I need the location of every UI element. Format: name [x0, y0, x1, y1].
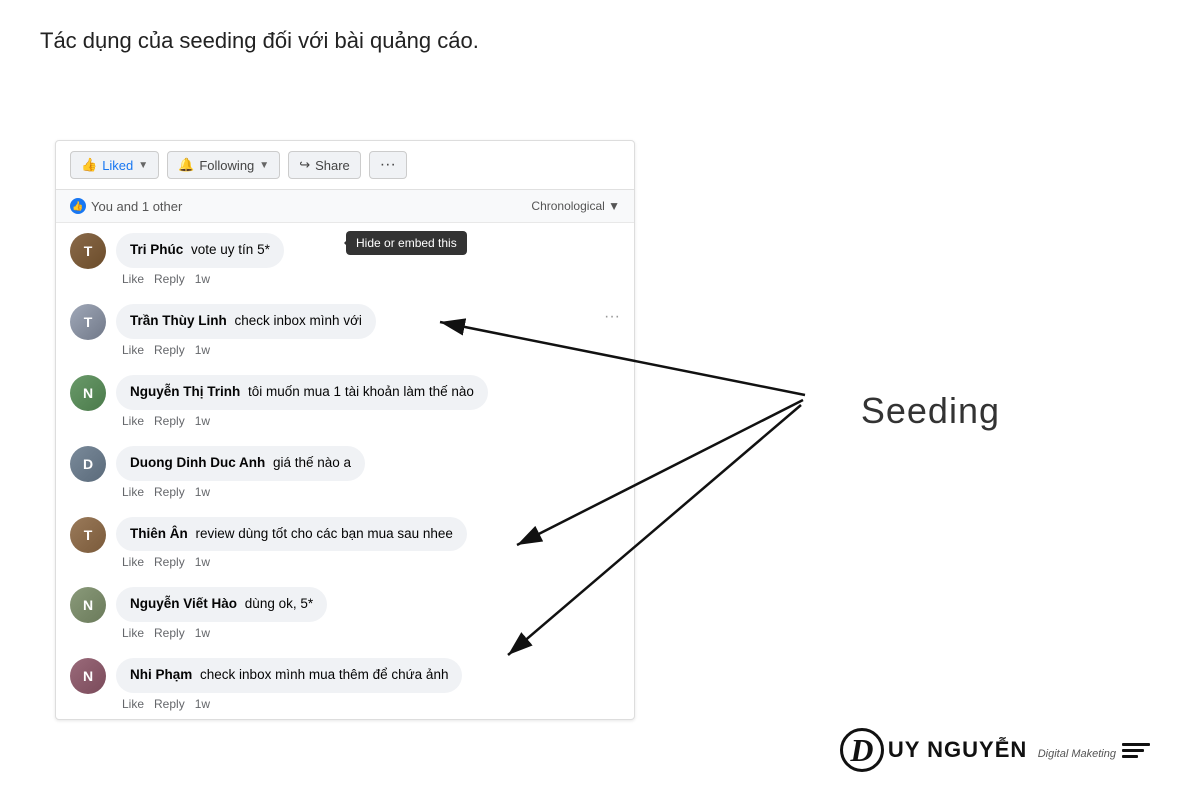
brand-decoration [1122, 743, 1150, 758]
timestamp: 1w [195, 626, 210, 640]
avatar: D [70, 446, 106, 482]
like-action[interactable]: Like [122, 697, 144, 711]
following-icon: 🔔 [178, 157, 194, 173]
comment-item: N Nhi Phạm check inbox mình mua thêm để … [56, 648, 634, 719]
brand-logo-d: D [840, 728, 884, 772]
comment-meta: Like Reply 1w [116, 341, 620, 359]
seeding-label: Seeding [861, 390, 1000, 432]
like-action[interactable]: Like [122, 485, 144, 499]
comment-text: vote uy tín 5* [191, 242, 270, 257]
comment-content: Nguyễn Viết Hào dùng ok, 5* Like Reply 1… [116, 587, 620, 642]
comment-text: review dùng tốt cho các bạn mua sau nhee [196, 526, 453, 541]
comments-list: T Tri Phúc vote uy tín 5* Like Reply 1w … [56, 223, 634, 719]
comment-more-button[interactable]: ··· [604, 308, 620, 326]
reply-action[interactable]: Reply [154, 414, 185, 428]
brand-name-text: UY NGUYỄN Digital Maketing [888, 737, 1116, 763]
page-title: Tác dụng của seeding đối với bài quảng c… [40, 28, 479, 54]
like-action[interactable]: Like [122, 343, 144, 357]
liked-button[interactable]: 👍 Liked ▼ [70, 151, 159, 179]
reply-action[interactable]: Reply [154, 485, 185, 499]
like-action[interactable]: Like [122, 626, 144, 640]
avatar: N [70, 375, 106, 411]
avatar: T [70, 517, 106, 553]
comment-bubble: Nguyễn Viết Hào dùng ok, 5* [116, 587, 327, 622]
liked-label: Liked [102, 158, 133, 173]
comment-author: Duong Dinh Duc Anh [130, 455, 265, 470]
timestamp: 1w [195, 555, 210, 569]
reply-action[interactable]: Reply [154, 272, 185, 286]
comment-item: D Duong Dinh Duc Anh giá thế nào a Like … [56, 436, 634, 507]
timestamp: 1w [195, 414, 210, 428]
comment-item: T Trần Thùy Linh check inbox mình với Li… [56, 294, 634, 365]
comment-meta: Like Reply 1w [116, 412, 620, 430]
reply-action[interactable]: Reply [154, 697, 185, 711]
reaction-count: 👍 You and 1 other [70, 198, 182, 214]
comment-bubble: Tri Phúc vote uy tín 5* [116, 233, 284, 268]
like-action[interactable]: Like [122, 272, 144, 286]
comment-bubble: Nguyễn Thị Trinh tôi muốn mua 1 tài khoả… [116, 375, 488, 410]
comment-bubble: Nhi Phạm check inbox mình mua thêm để ch… [116, 658, 462, 693]
following-label: Following [199, 158, 254, 173]
comment-text: check inbox mình với [235, 313, 362, 328]
avatar: N [70, 587, 106, 623]
tooltip: Hide or embed this [346, 231, 467, 255]
brand: D UY NGUYỄN Digital Maketing [840, 728, 1150, 772]
reply-action[interactable]: Reply [154, 343, 185, 357]
comment-text: check inbox mình mua thêm để chứa ảnh [200, 667, 448, 682]
share-button[interactable]: ↪ Share [288, 151, 361, 179]
comment-content: Nguyễn Thị Trinh tôi muốn mua 1 tài khoả… [116, 375, 620, 430]
like-action[interactable]: Like [122, 414, 144, 428]
comment-meta: Like Reply 1w [116, 695, 620, 713]
avatar: N [70, 658, 106, 694]
liked-chevron: ▼ [138, 160, 148, 171]
comment-item: N Nguyễn Thị Trinh tôi muốn mua 1 tài kh… [56, 365, 634, 436]
reply-action[interactable]: Reply [154, 555, 185, 569]
more-button[interactable]: ··· [369, 151, 407, 179]
comment-author: Nguyễn Thị Trinh [130, 384, 240, 399]
comments-header: 👍 You and 1 other Chronological ▼ [56, 190, 634, 223]
like-action[interactable]: Like [122, 555, 144, 569]
comment-content: Trần Thùy Linh check inbox mình với Like… [116, 304, 620, 359]
comment-author: Nhi Phạm [130, 667, 192, 682]
facebook-panel: 👍 Liked ▼ 🔔 Following ▼ ↪ Share ··· 👍 Yo… [55, 140, 635, 720]
like-icon: 👍 [81, 157, 97, 173]
action-bar: 👍 Liked ▼ 🔔 Following ▼ ↪ Share ··· [56, 141, 634, 190]
comment-item: T Thiên Ân review dùng tốt cho các bạn m… [56, 507, 634, 578]
timestamp: 1w [195, 272, 210, 286]
timestamp: 1w [195, 343, 210, 357]
timestamp: 1w [195, 697, 210, 711]
avatar: T [70, 304, 106, 340]
reply-action[interactable]: Reply [154, 626, 185, 640]
following-chevron: ▼ [259, 160, 269, 171]
comment-item: T Tri Phúc vote uy tín 5* Like Reply 1w … [56, 223, 634, 294]
comment-author: Trần Thùy Linh [130, 313, 227, 328]
comment-item: N Nguyễn Viết Hào dùng ok, 5* Like Reply… [56, 577, 634, 648]
comment-author: Thiên Ân [130, 526, 188, 541]
comment-text: giá thế nào a [273, 455, 351, 470]
comment-meta: Like Reply 1w [116, 624, 620, 642]
comment-meta: Like Reply 1w [116, 553, 620, 571]
following-button[interactable]: 🔔 Following ▼ [167, 151, 280, 179]
comment-bubble: Trần Thùy Linh check inbox mình với [116, 304, 376, 339]
comment-content: Thiên Ân review dùng tốt cho các bạn mua… [116, 517, 620, 572]
share-icon: ↪ [299, 157, 310, 173]
comment-content: Duong Dinh Duc Anh giá thế nào a Like Re… [116, 446, 620, 501]
share-label: Share [315, 158, 350, 173]
timestamp: 1w [195, 485, 210, 499]
comment-author: Nguyễn Viết Hào [130, 596, 237, 611]
like-icon-small: 👍 [70, 198, 86, 214]
comment-text: tôi muốn mua 1 tài khoản làm thế nào [248, 384, 474, 399]
comment-author: Tri Phúc [130, 242, 183, 257]
avatar: T [70, 233, 106, 269]
comment-content: Nhi Phạm check inbox mình mua thêm để ch… [116, 658, 620, 713]
sort-button[interactable]: Chronological ▼ [531, 199, 620, 213]
comment-bubble: Duong Dinh Duc Anh giá thế nào a [116, 446, 365, 481]
comment-meta: Like Reply 1w [116, 270, 620, 288]
comment-bubble: Thiên Ân review dùng tốt cho các bạn mua… [116, 517, 467, 552]
comment-meta: Like Reply 1w [116, 483, 620, 501]
comment-text: dùng ok, 5* [245, 596, 313, 611]
